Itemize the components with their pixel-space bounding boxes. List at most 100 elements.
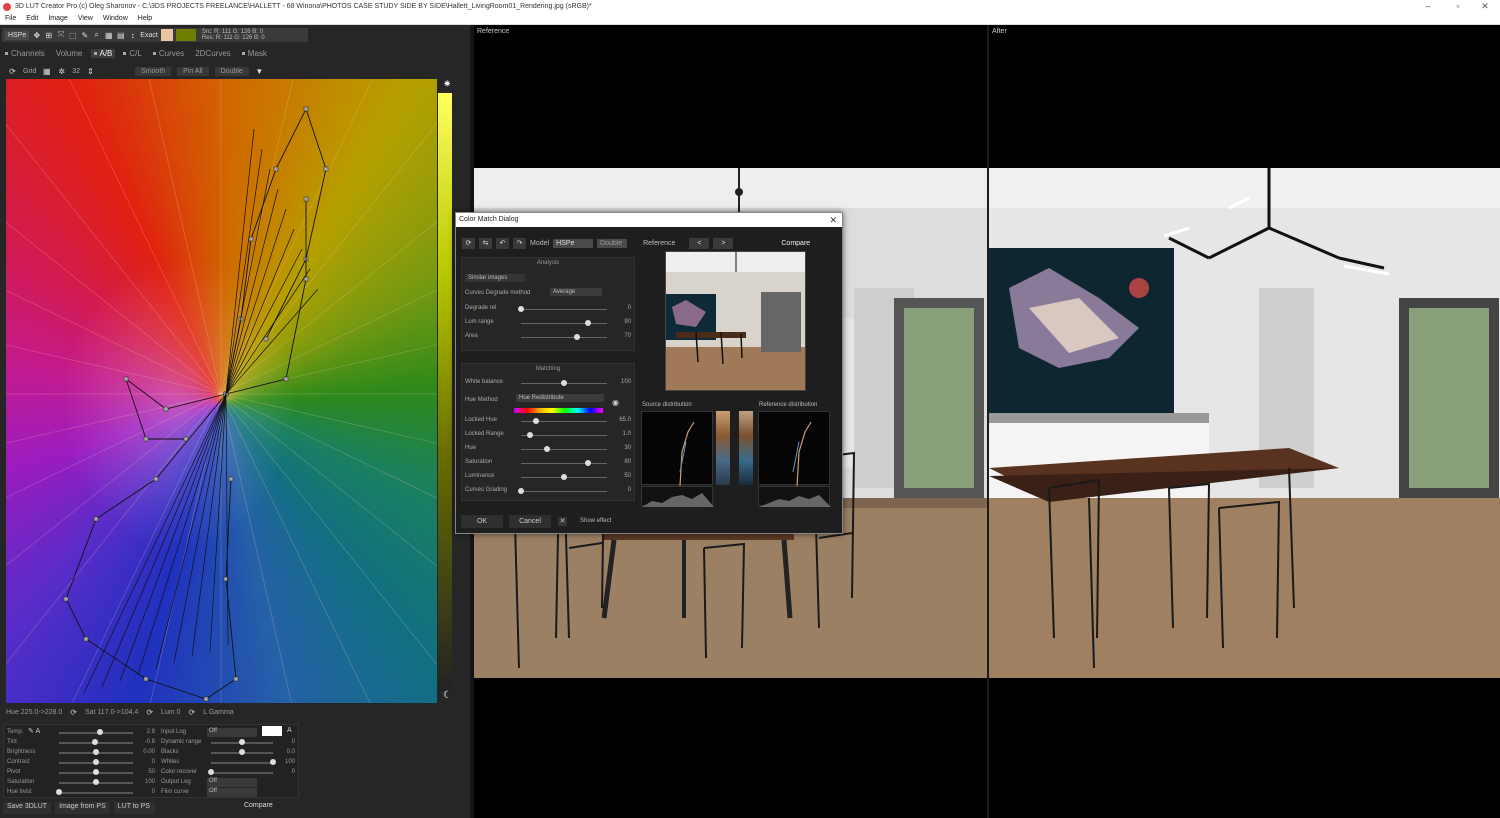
lut-to-ps-button[interactable]: LUT to PS [113, 802, 154, 814]
menu-help[interactable]: Help [138, 15, 152, 22]
dialog-slider-track[interactable] [521, 491, 607, 492]
adjust-dropdown[interactable]: Off [207, 788, 257, 797]
dialog-slider-value[interactable]: 30 [611, 445, 631, 451]
dialog-slider-value[interactable]: 100 [611, 379, 631, 385]
grid-curve[interactable] [119, 393, 227, 682]
tab-ab[interactable]: A/B [90, 48, 116, 58]
adjust-knob[interactable] [56, 789, 62, 795]
scale-icon[interactable]: ⤧ [56, 30, 65, 40]
adjust-value[interactable]: -0.8 [133, 739, 155, 745]
curve-type-select[interactable]: L Gamma [203, 709, 233, 716]
minimize-button[interactable]: – [1413, 0, 1443, 13]
white-swatch[interactable] [262, 726, 282, 736]
dialog-slider-track[interactable] [521, 337, 607, 338]
adjust-dropdown[interactable]: Off [207, 778, 257, 787]
degrade-method-select[interactable]: Average [550, 288, 602, 296]
grid-node[interactable] [228, 476, 234, 482]
grid-node[interactable] [303, 106, 309, 112]
move-icon[interactable]: ✥ [32, 31, 41, 40]
grid-curve[interactable] [225, 228, 295, 395]
adjust-knob[interactable] [239, 749, 245, 755]
grid-curve[interactable] [225, 393, 229, 646]
adjust-value[interactable]: 0 [273, 769, 295, 775]
adjust-track[interactable] [59, 792, 133, 794]
dropdown-arrow-icon[interactable]: ▼ [255, 67, 264, 76]
dialog-slider-knob[interactable] [518, 488, 524, 494]
dialog-slider-knob[interactable] [533, 418, 540, 424]
dialog-compare-button[interactable]: Compare [781, 240, 810, 247]
grid-curve[interactable] [137, 393, 227, 676]
dialog-slider-value[interactable]: 90 [611, 319, 631, 325]
ok-button[interactable]: OK [461, 515, 503, 528]
grid-node[interactable] [153, 476, 159, 482]
grid-icon[interactable]: ▦ [42, 67, 51, 76]
transform-icon[interactable]: ⊞ [44, 31, 53, 40]
grid-node[interactable] [233, 676, 239, 682]
dialog-undo-icon[interactable]: ↶ [496, 237, 509, 249]
tab-volume[interactable]: Volume [53, 49, 86, 58]
grid-node[interactable] [263, 336, 269, 342]
adjust-value[interactable]: 50 [133, 769, 155, 775]
grid-size-input[interactable]: 32 [72, 68, 80, 75]
eyedropper-icon[interactable]: ✎ [28, 728, 34, 735]
smooth-button[interactable]: Smooth [135, 67, 172, 76]
tab-mask[interactable]: Mask [239, 49, 270, 58]
dialog-compare-icon[interactable]: ⇆ [479, 237, 492, 249]
reset-icon[interactable]: ⟳ [8, 67, 17, 76]
dialog-slider-knob[interactable] [561, 474, 567, 480]
dialog-slider-track[interactable] [521, 309, 607, 310]
dialog-slider-knob[interactable] [518, 306, 524, 312]
lum-reset-icon[interactable]: ⟳ [189, 708, 196, 717]
similar-images-button[interactable]: Similar images [465, 274, 525, 282]
dialog-slider-track[interactable] [521, 435, 607, 436]
grid-node[interactable] [163, 406, 169, 412]
adjust-value[interactable]: 0 [133, 759, 155, 765]
dialog-slider-knob[interactable] [573, 334, 580, 340]
menu-file[interactable]: File [5, 15, 16, 22]
show-effect-checkbox[interactable]: ✕ [558, 517, 567, 526]
luminance-slider[interactable] [438, 93, 452, 691]
dialog-slider-value[interactable]: 0 [611, 487, 631, 493]
adjust-value[interactable]: 100 [273, 759, 295, 765]
dialog-slider-knob[interactable] [526, 432, 533, 438]
menu-edit[interactable]: Edit [26, 15, 38, 22]
tab-2dcurves[interactable]: 2DCurves [192, 49, 234, 58]
grid-curve[interactable] [155, 393, 227, 670]
dialog-slider-value[interactable]: 70 [611, 333, 631, 339]
zoom-icon[interactable]: ⌕ [92, 30, 101, 40]
hue-reset-icon[interactable]: ⟳ [70, 708, 77, 717]
split-icon[interactable]: ▤ [116, 31, 125, 40]
exact-label[interactable]: Exact [140, 32, 158, 39]
dialog-redo-icon[interactable]: ↷ [513, 237, 526, 249]
adjust-knob[interactable] [208, 769, 214, 775]
model-select[interactable]: HSPe [5, 30, 30, 40]
next-reference-button[interactable]: > [713, 237, 734, 249]
adjust-knob[interactable] [93, 749, 99, 755]
grid-label[interactable]: Grid [23, 68, 36, 75]
tab-curves[interactable]: Curves [150, 49, 187, 58]
adjust-dropdown[interactable]: Off [207, 728, 257, 737]
tab-channels[interactable]: Channels [2, 49, 48, 58]
menu-view[interactable]: View [78, 15, 93, 22]
color-grid-mesh[interactable] [6, 79, 437, 703]
menu-window[interactable]: Window [103, 15, 128, 22]
dialog-close-icon[interactable]: ✕ [829, 213, 837, 227]
spin-icon[interactable]: ⇕ [86, 67, 95, 76]
adjust-value[interactable]: 0 [273, 739, 295, 745]
tab-cl[interactable]: C/L [120, 49, 144, 58]
adjust-track[interactable] [211, 762, 273, 764]
auto-button[interactable]: A [35, 728, 40, 735]
dialog-slider-knob[interactable] [561, 380, 567, 386]
adjust-track[interactable] [211, 772, 273, 774]
grid-node[interactable] [63, 596, 69, 602]
dialog-slider-value[interactable]: 0 [611, 305, 631, 311]
adjust-knob[interactable] [93, 759, 99, 765]
adjust-value[interactable]: 0.00 [133, 749, 155, 755]
cancel-button[interactable]: Cancel [509, 515, 551, 528]
adjust-knob[interactable] [93, 779, 99, 785]
grid-curve[interactable] [225, 288, 319, 395]
dialog-slider-value[interactable]: 50 [611, 473, 631, 479]
sat-reset-icon[interactable]: ⟳ [146, 708, 153, 717]
prev-reference-button[interactable]: < [689, 237, 710, 249]
adjust-knob[interactable] [239, 739, 245, 745]
